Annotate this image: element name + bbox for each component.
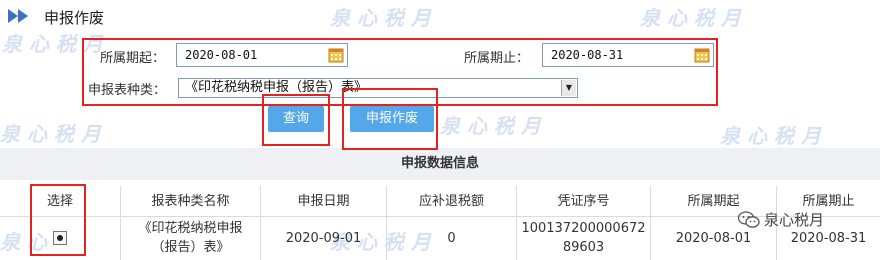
report-type-value: 《印花税纳税申报（报告）表》: [185, 80, 368, 95]
select-cell: [0, 216, 120, 260]
column-header: 报表种类名称: [120, 186, 260, 216]
start-date-value: 2020-08-01: [185, 48, 258, 62]
tax-amount-cell: 0: [386, 216, 516, 260]
column-header: 申报日期: [260, 186, 386, 216]
watermark: 泉 心 税 月: [0, 122, 101, 146]
column-header: 选择: [46, 193, 73, 209]
voucher-number-cell: 10013720000067289603: [516, 216, 650, 260]
query-form: 所属期起： 2020-08-01 所属期止： 2020-08-31 申报表种类：…: [0, 38, 880, 108]
end-date-label: 所属期止：: [464, 51, 530, 66]
query-button[interactable]: 查询: [268, 106, 324, 132]
watermark: 泉 心 税 月: [720, 124, 821, 148]
report-type-select[interactable]: 《印花税纳税申报（报告）表》 ▼: [178, 78, 578, 98]
section-title: 申报数据信息: [0, 148, 880, 180]
end-date-value: 2020-08-31: [551, 48, 624, 62]
end-date-input[interactable]: 2020-08-31: [542, 43, 714, 67]
void-declaration-button[interactable]: 申报作废: [350, 106, 434, 132]
chevron-down-icon[interactable]: ▼: [561, 80, 576, 96]
column-header: 应补退税额: [386, 186, 516, 216]
report-name-cell: 《印花税纳税申报（报告）表》: [120, 216, 260, 260]
watermark: 泉 心 税 月: [440, 114, 541, 138]
page-title: 申报作废: [44, 9, 105, 27]
double-arrow-icon: [8, 9, 28, 23]
page-header: 申报作废: [0, 0, 880, 34]
wechat-account-name: 泉心税月: [764, 211, 825, 229]
column-header: 凭证序号: [516, 186, 650, 216]
start-date-label: 所属期起：: [100, 51, 166, 66]
wechat-badge: 泉心税月: [738, 209, 824, 230]
report-type-label: 申报表种类：: [88, 83, 167, 98]
declare-date-cell: 2020-09-01: [260, 216, 386, 260]
calendar-icon[interactable]: [694, 47, 710, 63]
radio-selected-dot: [57, 235, 63, 241]
calendar-icon[interactable]: [328, 47, 344, 63]
row-select-radio[interactable]: [53, 231, 67, 245]
wechat-icon: [738, 210, 760, 228]
start-date-input[interactable]: 2020-08-01: [176, 43, 348, 67]
